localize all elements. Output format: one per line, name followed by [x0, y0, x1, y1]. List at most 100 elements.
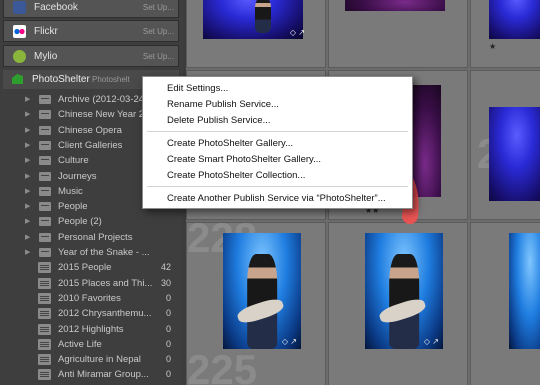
thumbnail-badges[interactable]: ◇ ↗ [424, 337, 439, 346]
collection-set-icon [39, 95, 51, 104]
collection-count: 0 [165, 323, 171, 334]
collection-count: 30 [160, 277, 171, 288]
collection-row[interactable]: ▶ People (2) [3, 214, 179, 229]
setup-button[interactable]: Set Up... [143, 52, 174, 61]
service-name: Facebook [34, 2, 78, 13]
smart-collection-icon [38, 369, 51, 381]
collection-label: Agriculture in Nepal [58, 354, 141, 366]
thumbnail-badges[interactable]: ◇ ↗ [282, 337, 297, 346]
grid-cell[interactable]: ◇ ↗ [186, 0, 326, 68]
menu-item-delete-service[interactable]: Delete Publish Service... [167, 115, 271, 126]
smart-collection-icon [38, 277, 51, 289]
collection-label: Personal Projects [58, 231, 133, 243]
setup-button[interactable]: Set Up... [143, 27, 174, 36]
expand-triangle-icon[interactable]: ▶ [25, 172, 30, 180]
expand-triangle-icon[interactable]: ▶ [25, 187, 30, 195]
collection-set-icon [39, 202, 51, 212]
photo-thumbnail[interactable] [203, 0, 303, 39]
thumbnail-badges[interactable]: ◇ ↗ [290, 28, 305, 37]
service-name: Flickr [34, 26, 58, 37]
collection-label: 2012 Chrysanthemu... [58, 308, 152, 320]
smart-collection-icon [38, 354, 51, 366]
expand-triangle-icon[interactable]: ▶ [25, 126, 30, 134]
grid-cell[interactable]: 213 [470, 70, 540, 220]
collection-count: 0 [165, 308, 171, 319]
collection-label: People (2) [58, 216, 102, 228]
expand-triangle-icon[interactable]: ▶ [25, 156, 30, 164]
smart-collection-icon [38, 262, 51, 274]
photo-thumbnail[interactable] [489, 0, 540, 39]
collection-set-icon [39, 186, 51, 196]
photo-thumbnail[interactable]: ◇ ↗ [223, 233, 301, 349]
menu-item-create-smart-gallery[interactable]: Create Smart PhotoShelter Gallery... [167, 154, 321, 165]
collection-label: People [58, 201, 88, 213]
collection-label: Culture [58, 155, 89, 167]
menu-item-create-gallery[interactable]: Create PhotoShelter Gallery... [167, 138, 293, 149]
service-name: PhotoShelter [32, 74, 90, 85]
context-menu: Edit Settings... Rename Publish Service.… [142, 76, 413, 209]
grid-cell[interactable]: ◇ ↗ [328, 222, 468, 385]
collection-label: 2015 Places and Thi... [58, 277, 153, 289]
expand-triangle-icon[interactable]: ▶ [25, 95, 30, 103]
collection-row[interactable]: Agriculture in Nepal 0 [3, 352, 179, 367]
photo-thumbnail[interactable] [509, 233, 540, 349]
collection-row[interactable]: 2015 Places and Thi... 30 [3, 276, 179, 291]
collection-set-icon [39, 248, 51, 257]
collection-row[interactable]: 2015 People 42 [3, 260, 179, 275]
grid-cell[interactable] [328, 0, 468, 68]
grid-cell[interactable]: 228 ◇ ↗ 225 [186, 222, 326, 385]
expand-triangle-icon[interactable]: ▶ [25, 248, 30, 256]
smart-collection-icon [38, 308, 51, 320]
expand-triangle-icon[interactable]: ▶ [25, 217, 30, 225]
menu-separator [147, 186, 408, 187]
photo-thumbnail[interactable] [489, 107, 540, 201]
collection-label: Journeys [58, 170, 97, 182]
menu-item-rename-service[interactable]: Rename Publish Service... [167, 99, 279, 110]
service-mylio[interactable]: Mylio Set Up... [3, 45, 179, 67]
menu-item-edit-settings[interactable]: Edit Settings... [167, 83, 228, 94]
grid-cell[interactable] [470, 222, 540, 385]
facebook-icon [13, 1, 26, 14]
flickr-icon [13, 25, 26, 38]
collection-set-icon [39, 217, 51, 227]
collection-label: Year of the Snake - ... [58, 247, 150, 258]
photo-thumbnail[interactable]: ◇ ↗ [365, 233, 443, 349]
expand-triangle-icon[interactable]: ▶ [25, 110, 30, 118]
collection-count: 0 [165, 338, 171, 349]
service-account: Photoshelt [92, 75, 130, 84]
collection-label: Active Life [58, 338, 102, 350]
setup-button[interactable]: Set Up... [143, 3, 174, 12]
grid-cell[interactable]: ★ [470, 0, 540, 68]
menu-item-create-another-service[interactable]: Create Another Publish Service via “Phot… [167, 193, 386, 204]
collection-row[interactable]: 2012 Highlights 0 [3, 322, 179, 337]
collection-set-icon [39, 125, 51, 135]
smart-collection-icon [38, 338, 51, 350]
collection-count: 0 [165, 292, 171, 303]
expand-triangle-icon[interactable]: ▶ [25, 202, 30, 210]
collection-set-icon [39, 232, 51, 242]
service-flickr[interactable]: Flickr Set Up... [3, 20, 179, 42]
collection-count: 0 [165, 369, 171, 380]
collection-row[interactable]: Active Life 0 [3, 337, 179, 352]
collection-count: 42 [160, 262, 171, 273]
photo-thumbnail[interactable] [345, 0, 445, 11]
collection-row[interactable]: Anti Miramar Group... 0 [3, 367, 179, 382]
collection-row[interactable]: 2010 Favorites 0 [3, 291, 179, 306]
collection-label: 2015 People [58, 262, 112, 274]
service-name: Mylio [34, 51, 58, 62]
collection-row[interactable]: 2012 Chrysanthemu... 0 [3, 306, 179, 321]
performer-figure [255, 0, 271, 34]
smart-collection-icon [38, 323, 51, 335]
smart-collection-icon [38, 292, 51, 304]
collection-row[interactable]: ▶ Year of the Snake - ... [3, 245, 179, 260]
mylio-icon [13, 50, 26, 63]
cell-number: 225 [187, 346, 258, 385]
expand-triangle-icon[interactable]: ▶ [25, 141, 30, 149]
collection-label: Chinese New Year 2 [58, 109, 145, 121]
expand-triangle-icon[interactable]: ▶ [25, 233, 30, 241]
collection-row[interactable]: ▶ Personal Projects [3, 230, 179, 245]
rating-stars[interactable]: ★ [489, 42, 496, 51]
menu-item-create-collection[interactable]: Create PhotoShelter Collection... [167, 170, 305, 181]
service-facebook[interactable]: Facebook Set Up... [3, 0, 179, 18]
collection-label: Client Galleries [58, 139, 123, 151]
